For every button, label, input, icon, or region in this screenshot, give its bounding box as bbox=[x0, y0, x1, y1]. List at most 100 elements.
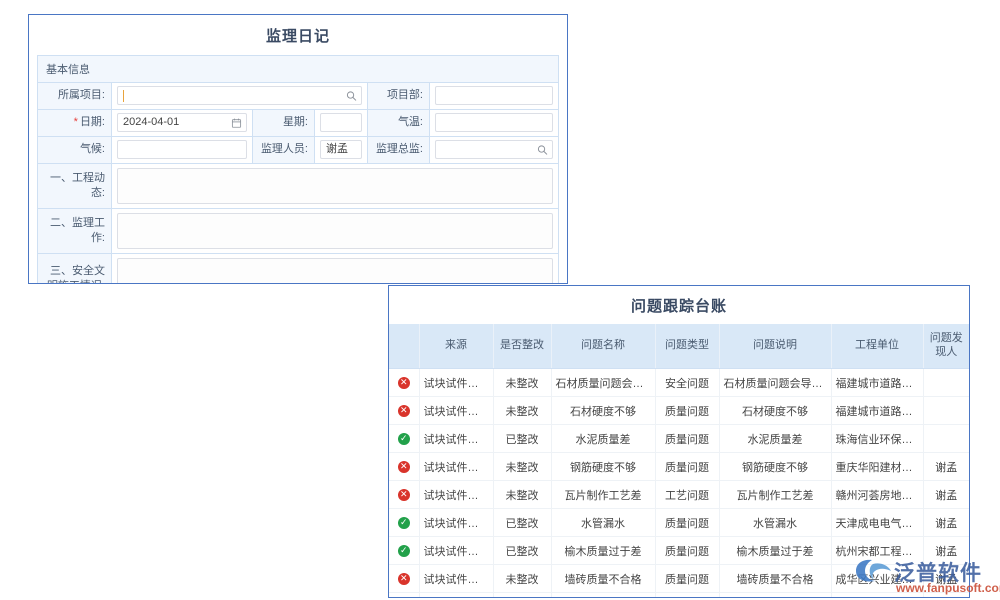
status-badge: ✕ bbox=[389, 369, 419, 397]
chief-supervisor-input[interactable] bbox=[435, 140, 553, 159]
cell-rectified: 已整改 bbox=[493, 425, 551, 453]
column-header-issue-name[interactable]: 问题名称 bbox=[551, 324, 655, 369]
table-row[interactable]: ✕试块试件见证未整改瓦片制作工艺差工艺问题瓦片制作工艺差赣州河荟房地产...谢孟 bbox=[389, 481, 969, 509]
column-header-rectified[interactable]: 是否整改 bbox=[493, 324, 551, 369]
table-row[interactable]: ✓试块试件见证已整改水管漏水质量问题水管漏水天津成电电气设...谢孟 bbox=[389, 509, 969, 537]
cell-project-unit: 福建城市道路桥... bbox=[831, 369, 923, 397]
cell-issue-finder: 谢孟 bbox=[923, 481, 969, 509]
table-row[interactable]: ✓实体平行检验已整改质量问题楼道监控设施松动楼道监控设施建设...谢孟 bbox=[389, 593, 969, 599]
cell-issue-finder bbox=[923, 369, 969, 397]
cell-issue-type: 质量问题 bbox=[655, 593, 719, 599]
cell-issue-desc: 水泥质量差 bbox=[719, 425, 831, 453]
form-row-climate: 气候: 监理人员: 谢孟 监理总监: bbox=[38, 137, 558, 164]
cell-issue-finder bbox=[923, 397, 969, 425]
cell-project-unit: 成华区兴业建材... bbox=[831, 565, 923, 593]
check-circle-icon: ✓ bbox=[398, 545, 410, 557]
cross-circle-icon: ✕ bbox=[398, 489, 410, 501]
label-climate: 气候: bbox=[38, 137, 112, 163]
table-row[interactable]: ✕试块试件见证未整改石材质量问题会导...安全问题石材质量问题会导致施...福建… bbox=[389, 369, 969, 397]
cell-issue-desc: 瓦片制作工艺差 bbox=[719, 481, 831, 509]
cell-rectified: 未整改 bbox=[493, 453, 551, 481]
climate-input[interactable] bbox=[117, 140, 247, 159]
check-circle-icon: ✓ bbox=[398, 433, 410, 445]
ledger-title: 问题跟踪台账 bbox=[389, 286, 969, 324]
cell-source: 试块试件见证 bbox=[419, 453, 493, 481]
field-weekday bbox=[315, 110, 368, 136]
table-header-row: 来源 是否整改 问题名称 问题类型 问题说明 工程单位 问题发现人 bbox=[389, 324, 969, 369]
table-row[interactable]: ✓试块试件见证已整改榆木质量过于差质量问题榆木质量过于差杭州宋都工程建...谢孟 bbox=[389, 537, 969, 565]
issue-ledger-table: 来源 是否整改 问题名称 问题类型 问题说明 工程单位 问题发现人 ✕试块试件见… bbox=[389, 324, 969, 598]
cell-issue-type: 质量问题 bbox=[655, 565, 719, 593]
cell-issue-type: 质量问题 bbox=[655, 509, 719, 537]
status-badge: ✓ bbox=[389, 537, 419, 565]
issue-tracking-ledger-panel: 问题跟踪台账 来源 是否整改 问题名称 问题类型 问题说明 工程单位 问题发现人… bbox=[388, 285, 970, 598]
temperature-input[interactable] bbox=[435, 113, 553, 132]
cell-issue-name: 钢筋硬度不够 bbox=[551, 453, 655, 481]
column-header-source[interactable]: 来源 bbox=[419, 324, 493, 369]
label-date: *日期: bbox=[38, 110, 112, 136]
cell-issue-finder: 谢孟 bbox=[923, 509, 969, 537]
supervision-work-textarea[interactable] bbox=[117, 213, 553, 249]
cell-issue-type: 质量问题 bbox=[655, 453, 719, 481]
cell-rectified: 未整改 bbox=[493, 565, 551, 593]
cell-rectified: 已整改 bbox=[493, 537, 551, 565]
form-row-safety-civilized: 三、安全文明施工情况: bbox=[38, 254, 558, 284]
supervisor-staff-input[interactable]: 谢孟 bbox=[320, 140, 362, 159]
basic-info-form: 基本信息 所属项目: 项目部: *日期: 2024 bbox=[37, 55, 559, 284]
cell-issue-desc: 榆木质量过于差 bbox=[719, 537, 831, 565]
table-row[interactable]: ✕试块试件见证未整改墙砖质量不合格质量问题墙砖质量不合格成华区兴业建材...谢孟 bbox=[389, 565, 969, 593]
cell-issue-finder bbox=[923, 425, 969, 453]
cell-rectified: 已整改 bbox=[493, 593, 551, 599]
page-title: 监理日记 bbox=[29, 15, 567, 55]
table-row[interactable]: ✓试块试件见证已整改水泥质量差质量问题水泥质量差珠海信业环保工... bbox=[389, 425, 969, 453]
cell-source: 试块试件见证 bbox=[419, 481, 493, 509]
field-date: 2024-04-01 bbox=[112, 110, 253, 136]
cell-issue-desc: 石材硬度不够 bbox=[719, 397, 831, 425]
column-header-project-unit[interactable]: 工程单位 bbox=[831, 324, 923, 369]
supervision-diary-panel: 监理日记 基本信息 所属项目: 项目部: *日期: bbox=[28, 14, 568, 284]
label-temperature: 气温: bbox=[368, 110, 430, 136]
cell-issue-desc: 钢筋硬度不够 bbox=[719, 453, 831, 481]
cell-rectified: 未整改 bbox=[493, 369, 551, 397]
cell-rectified: 已整改 bbox=[493, 509, 551, 537]
field-supervisor-staff: 谢孟 bbox=[315, 137, 368, 163]
label-date-text: 日期: bbox=[80, 116, 105, 130]
cell-project-unit: 天津成电电气设... bbox=[831, 509, 923, 537]
column-header-issue-type[interactable]: 问题类型 bbox=[655, 324, 719, 369]
field-temperature bbox=[430, 110, 558, 136]
cross-circle-icon: ✕ bbox=[398, 461, 410, 473]
cell-issue-desc: 楼道监控设施松动 bbox=[719, 593, 831, 599]
cell-project-unit: 福建城市道路桥... bbox=[831, 397, 923, 425]
table-body: ✕试块试件见证未整改石材质量问题会导...安全问题石材质量问题会导致施...福建… bbox=[389, 369, 969, 599]
cell-issue-name: 石材质量问题会导... bbox=[551, 369, 655, 397]
safety-civilized-textarea[interactable] bbox=[117, 258, 553, 284]
label-weekday: 星期: bbox=[253, 110, 315, 136]
label-supervisor-staff: 监理人员: bbox=[253, 137, 315, 163]
cell-source: 实体平行检验 bbox=[419, 593, 493, 599]
project-dept-input[interactable] bbox=[435, 86, 553, 105]
cell-rectified: 未整改 bbox=[493, 481, 551, 509]
project-dynamics-textarea[interactable] bbox=[117, 168, 553, 204]
date-input[interactable]: 2024-04-01 bbox=[117, 113, 247, 132]
column-header-status[interactable] bbox=[389, 324, 419, 369]
cell-issue-finder: 谢孟 bbox=[923, 453, 969, 481]
form-row-supervision-work: 二、监理工作: bbox=[38, 209, 558, 254]
weekday-input[interactable] bbox=[320, 113, 362, 132]
column-header-issue-desc[interactable]: 问题说明 bbox=[719, 324, 831, 369]
cell-issue-name: 瓦片制作工艺差 bbox=[551, 481, 655, 509]
field-climate bbox=[112, 137, 253, 163]
form-row-project: 所属项目: 项目部: bbox=[38, 83, 558, 110]
cell-project-unit: 重庆华阳建材有... bbox=[831, 453, 923, 481]
cross-circle-icon: ✕ bbox=[398, 573, 410, 585]
cell-project-unit: 珠海信业环保工... bbox=[831, 425, 923, 453]
table-row[interactable]: ✕试块试件见证未整改石材硬度不够质量问题石材硬度不够福建城市道路桥... bbox=[389, 397, 969, 425]
status-badge: ✕ bbox=[389, 453, 419, 481]
table-row[interactable]: ✕试块试件见证未整改钢筋硬度不够质量问题钢筋硬度不够重庆华阳建材有...谢孟 bbox=[389, 453, 969, 481]
status-badge: ✕ bbox=[389, 481, 419, 509]
field-supervision-work bbox=[112, 209, 558, 253]
cell-source: 试块试件见证 bbox=[419, 565, 493, 593]
status-badge: ✕ bbox=[389, 397, 419, 425]
project-input[interactable] bbox=[117, 86, 362, 105]
field-safety-civilized bbox=[112, 254, 558, 284]
column-header-issue-finder[interactable]: 问题发现人 bbox=[923, 324, 969, 369]
